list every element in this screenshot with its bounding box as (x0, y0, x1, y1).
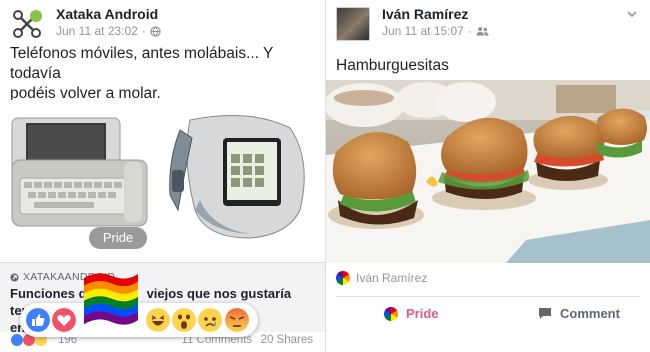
globe-icon (150, 25, 161, 37)
pride-flag-reaction-icon[interactable] (80, 268, 142, 332)
shares-count[interactable]: 20 Shares (261, 334, 313, 346)
rainbow-icon (384, 306, 398, 321)
link-title-part: Funciones d (10, 286, 87, 301)
page-name[interactable]: Xataka Android (56, 6, 158, 22)
post-meta: Jun 11 at 23:02 · (56, 24, 161, 38)
phones-illustration (11, 115, 305, 239)
reactor-name[interactable]: Iván Ramírez (356, 271, 427, 285)
comment-button[interactable]: Comment (538, 306, 620, 321)
like-reaction-icon[interactable] (26, 308, 50, 332)
divider (336, 296, 640, 297)
user-avatar[interactable] (336, 7, 370, 41)
haha-reaction-icon[interactable] (146, 308, 170, 332)
post-text: Hamburguesitas (336, 57, 449, 74)
pride-reaction-button[interactable]: Pride (384, 306, 439, 321)
love-reaction-icon[interactable] (52, 308, 76, 332)
pride-button-label: Pride (406, 306, 439, 321)
post-timestamp[interactable]: Jun 11 at 15:07 (382, 24, 464, 38)
angry-reaction-icon[interactable] (225, 308, 249, 332)
wow-reaction-icon[interactable] (172, 308, 196, 332)
right-post: Iván Ramírez Jun 11 at 15:07 · Hamburgue… (325, 0, 650, 352)
post-meta: Jun 11 at 15:07 · (382, 24, 489, 38)
comment-icon (539, 308, 551, 319)
comment-button-label: Comment (560, 306, 620, 321)
xataka-logo-icon (13, 10, 42, 38)
page-avatar[interactable] (10, 7, 44, 41)
post-timestamp[interactable]: Jun 11 at 23:02 (56, 24, 138, 38)
sad-reaction-icon[interactable] (198, 308, 222, 332)
link-source-icon (10, 272, 19, 282)
pride-frame-badge[interactable]: Pride (89, 227, 147, 249)
post-header: Iván Ramírez Jun 11 at 15:07 · (336, 4, 640, 41)
user-name[interactable]: Iván Ramírez (382, 6, 468, 22)
chevron-down-icon[interactable] (626, 8, 638, 20)
post-text-line: Teléfonos móviles, antes molábais... Y t… (10, 45, 274, 82)
post-text: Teléfonos móviles, antes molábais... Y t… (10, 44, 315, 104)
rainbow-icon (336, 271, 350, 285)
post-header: Xataka Android Jun 11 at 23:02 · (10, 4, 315, 41)
burgers-photo[interactable] (326, 80, 650, 263)
pride-profile-row: Iván Ramírez (336, 271, 427, 285)
burgers-illustration (326, 80, 650, 263)
friends-icon (476, 27, 489, 36)
phones-photo[interactable] (0, 100, 325, 260)
left-post: Xataka Android Jun 11 at 23:02 · Teléfon… (0, 0, 325, 352)
